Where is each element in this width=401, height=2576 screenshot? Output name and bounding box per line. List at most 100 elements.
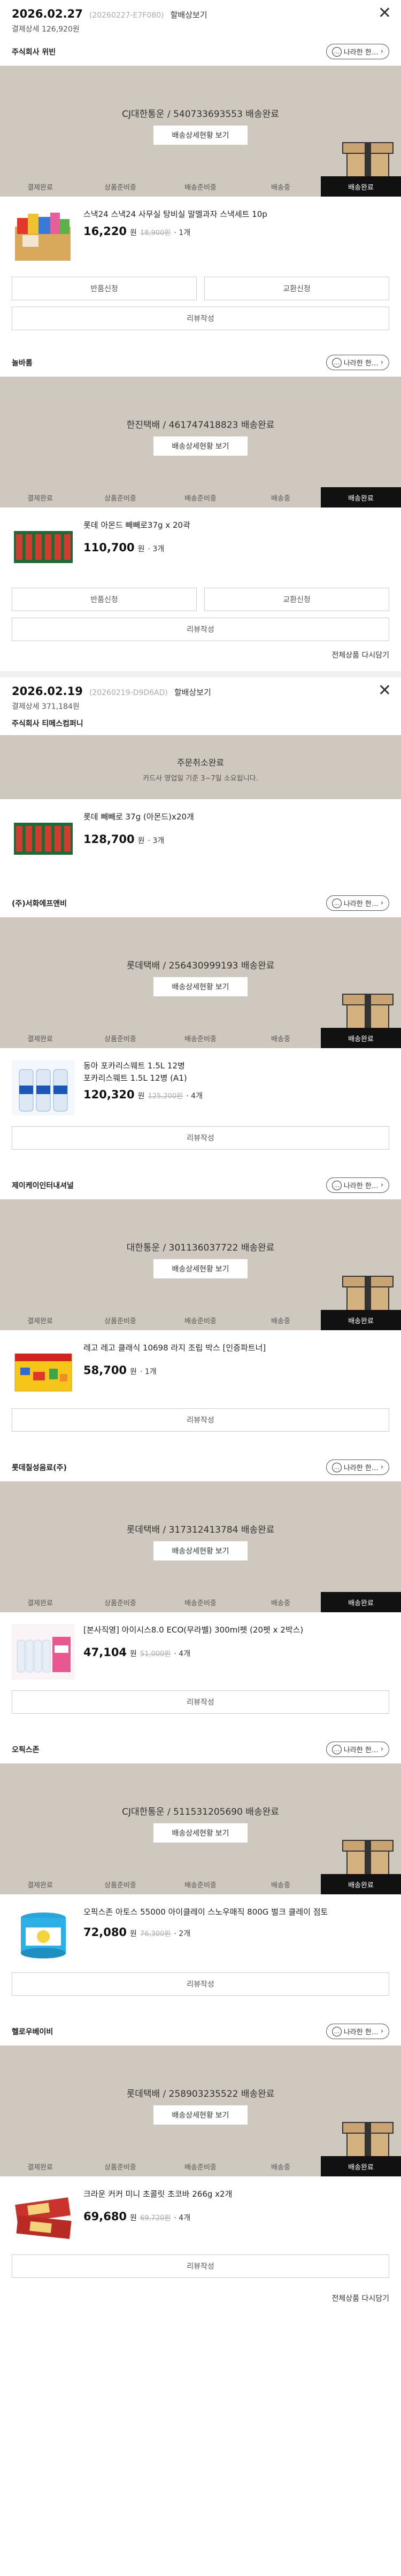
delivery-step-bar: 결제완료 상품준비중 배송준비중 배송중 배송완료 [0, 1874, 401, 1894]
track-delivery-button[interactable]: 배송상세현황 보기 [153, 126, 248, 145]
product-price: 69,680 [83, 2210, 127, 2223]
delivery-step-bar: 결제완료 상품준비중 배송준비중 배송중 배송완료 [0, 176, 401, 197]
product-image[interactable] [12, 1906, 75, 1962]
step-delivered: 배송완료 [321, 176, 401, 197]
close-icon[interactable]: ✕ [378, 683, 391, 699]
step-shipping: 배송중 [271, 1035, 290, 1043]
original-price: 69,720원 [140, 2214, 171, 2222]
product-quantity: · 3개 [148, 836, 165, 845]
reorder-all-link[interactable]: 전체상품 다시담기 [0, 2278, 401, 2314]
step-preparing-shipping: 배송준비중 [184, 1599, 217, 1607]
close-icon[interactable]: ✕ [378, 5, 391, 21]
seller-chat-button[interactable]: … 나라한 한… › [326, 895, 389, 911]
seller-chat-button[interactable]: … 나라한 한… › [326, 355, 389, 370]
product-image[interactable] [12, 1342, 75, 1398]
write-review-button[interactable]: 리뷰작성 [12, 618, 389, 641]
order-group: 2026.02.19 (20260219-D9D6AD) 할배상보기 ✕ 결제상… [0, 677, 401, 2314]
delivery-status-panel: 롯데택배 / 258903235522 배송완료 배송상세현황 보기 결제완료 … [0, 2046, 401, 2176]
chat-icon: … [331, 357, 342, 368]
product-item[interactable]: 레고 레고 클래식 10698 라지 조립 박스 [인증파트너] 58,700 … [0, 1330, 401, 1406]
product-image[interactable] [12, 1060, 75, 1115]
product-item[interactable]: 스낵24 스낵24 사무실 탕비실 말멜과자 스낵세트 10p 16,220 원… [0, 197, 401, 272]
seller-name: 놀바롬 [12, 358, 33, 368]
original-price: 18,900원 [140, 229, 171, 237]
exchange-request-button[interactable]: 교환신청 [204, 588, 389, 611]
track-delivery-button[interactable]: 배송상세현황 보기 [153, 977, 248, 996]
product-price: 47,104 [83, 1645, 127, 1659]
track-delivery-button[interactable]: 배송상세현황 보기 [153, 436, 248, 456]
write-review-button[interactable]: 리뷰작성 [12, 1972, 389, 1996]
step-delivered: 배송완료 [321, 487, 401, 508]
step-shipping: 배송중 [271, 1599, 290, 1607]
seller-chat-button[interactable]: … 나라한 한… › [326, 1177, 389, 1193]
product-price: 120,320 [83, 1088, 135, 1101]
cancel-note: 카드사 영업일 기준 3~7일 소요됩니다. [143, 775, 258, 783]
order-detail-link[interactable]: 할배상보기 [174, 686, 211, 698]
write-review-button[interactable]: 리뷰작성 [12, 1126, 389, 1150]
step-preparing-shipping: 배송준비중 [184, 2163, 217, 2172]
product-option: 포카리스웨트 1.5L 12병 (A1) [83, 1073, 187, 1083]
product-image[interactable] [12, 811, 75, 867]
seller-name: (주)서화에프앤비 [12, 899, 67, 908]
seller-name: 주식회사 위빈 [12, 48, 56, 57]
product-item[interactable]: 롯데 아몬드 빼빼로37g x 20곽 110,700 원 · 3개 [0, 508, 401, 583]
product-quantity: · 2개 [174, 1929, 191, 1938]
product-image[interactable] [12, 519, 75, 575]
order-header: 2026.02.27 (20260227-E7F080) 할배상보기 ✕ 결제상… [0, 0, 401, 37]
delivery-step-bar: 결제완료 상품준비중 배송준비중 배송중 배송완료 [0, 1028, 401, 1048]
step-preparing-product: 상품준비중 [104, 494, 136, 503]
product-image[interactable] [12, 208, 75, 264]
write-review-button[interactable]: 리뷰작성 [12, 307, 389, 330]
write-review-button[interactable]: 리뷰작성 [12, 2254, 389, 2278]
step-paid: 결제완료 [27, 1599, 53, 1607]
product-quantity: · 1개 [140, 1367, 157, 1376]
return-request-button[interactable]: 반품신청 [12, 588, 197, 611]
product-price: 16,220 [83, 224, 127, 238]
original-price: 125,200원 [148, 1092, 183, 1100]
order-number: (20260227-E7F080) [89, 11, 164, 20]
order-detail-link[interactable]: 할배상보기 [171, 9, 207, 20]
delivery-step-bar: 결제완료 상품준비중 배송준비중 배송중 배송완료 [0, 1310, 401, 1330]
product-item[interactable]: 동아 포카리스웨트 1.5L 12병 포카리스웨트 1.5L 12병 (A1) … [0, 1048, 401, 1124]
reorder-all-link[interactable]: 전체상품 다시담기 [0, 641, 401, 671]
product-item[interactable]: 크라운 커커 미니 초콜릿 초코바 266g x2개 69,680 원 69,7… [0, 2176, 401, 2252]
product-name: 크라운 커커 미니 초콜릿 초코바 266g x2개 [83, 2189, 233, 2199]
product-image[interactable] [12, 2188, 75, 2244]
chat-icon: … [331, 898, 342, 908]
step-preparing-product: 상품준비중 [104, 1599, 136, 1607]
step-preparing-product: 상품준비중 [104, 183, 136, 192]
order-number: (20260219-D9D6AD) [89, 689, 168, 697]
delivery-status-panel: CJ대한통운 / 511531205690 배송완료 배송상세현황 보기 결제완… [0, 1763, 401, 1894]
write-review-button[interactable]: 리뷰작성 [12, 1690, 389, 1714]
track-delivery-button[interactable]: 배송상세현황 보기 [153, 1259, 248, 1278]
return-request-button[interactable]: 반품신청 [12, 277, 197, 300]
seller-chat-button[interactable]: … 나라한 한… › [326, 1742, 389, 1757]
write-review-button[interactable]: 리뷰작성 [12, 1408, 389, 1432]
track-delivery-button[interactable]: 배송상세현황 보기 [153, 1541, 248, 1560]
cancel-status-panel: 주문취소완료 카드사 영업일 기준 3~7일 소요됩니다. [0, 735, 401, 799]
order-header: 2026.02.19 (20260219-D9D6AD) 할배상보기 ✕ 결제상… [0, 677, 401, 715]
delivery-box-icon [342, 1840, 394, 1876]
product-item[interactable]: 롯데 빼빼로 37g (아몬드)x20개 128,700 원 · 3개 [0, 799, 401, 875]
seller-chat-button[interactable]: … 나라한 한… › [326, 44, 389, 59]
step-shipping: 배송중 [271, 183, 290, 192]
track-delivery-button[interactable]: 배송상세현황 보기 [153, 2105, 248, 2125]
seller-name: 제이케이인터내셔널 [12, 1181, 74, 1190]
product-price: 58,700 [83, 1363, 127, 1377]
delivery-status-panel: 대한통운 / 301136037722 배송완료 배송상세현황 보기 결제완료 … [0, 1199, 401, 1330]
product-quantity: · 1개 [174, 228, 191, 237]
track-delivery-button[interactable]: 배송상세현황 보기 [153, 1823, 248, 1843]
exchange-request-button[interactable]: 교환신청 [204, 277, 389, 300]
step-delivered: 배송완료 [321, 1874, 401, 1894]
product-image[interactable] [12, 1624, 75, 1680]
seller-chat-button[interactable]: … 나라한 한… › [326, 2024, 389, 2039]
product-item[interactable]: [본사직영] 아이시스8.0 ECO(무라벨) 300ml펫 (20펫 x 2박… [0, 1612, 401, 1688]
seller-chat-button[interactable]: … 나라한 한… › [326, 1459, 389, 1475]
product-item[interactable]: 오픽스존 아토스 55000 아이클레이 스노우매직 800G 벌크 클레이 점… [0, 1894, 401, 1970]
step-preparing-product: 상품준비중 [104, 1317, 136, 1325]
product-name: 레고 레고 클래식 10698 라지 조립 박스 [인증파트너] [83, 1343, 266, 1353]
step-preparing-shipping: 배송준비중 [184, 494, 217, 503]
product-name: 롯데 아몬드 빼빼로37g x 20곽 [83, 520, 190, 530]
cancel-status: 주문취소완료 [176, 758, 225, 768]
step-preparing-product: 상품준비중 [104, 1035, 136, 1043]
